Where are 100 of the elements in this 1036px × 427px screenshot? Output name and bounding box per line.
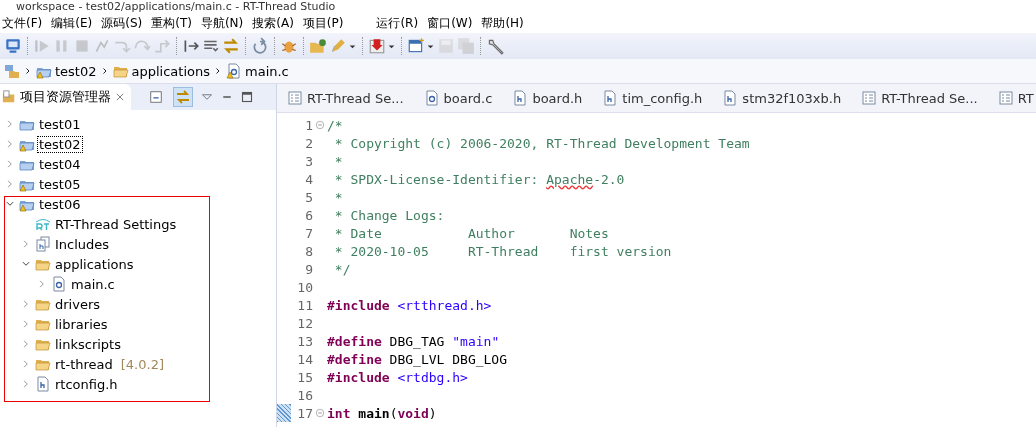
editor-tab[interactable]: tim_config.h [592,84,713,112]
c-file-icon [51,276,67,292]
code-line: * SPDX-License-Identifier: Apache-2.0 [333,171,625,187]
line-number: 12 [296,315,313,331]
line-number: 9 [304,261,313,277]
fold-icon[interactable] [315,408,325,418]
tree-item[interactable]: applications [54,256,135,272]
tree-item[interactable]: linkscripts [54,336,122,352]
line-number: 10 [296,279,313,295]
menu-item[interactable]: 重构(T) [149,14,199,32]
collapsed-chevron-icon[interactable] [21,319,31,329]
workspace-icon [4,63,20,79]
code-line: */ [333,261,351,277]
line-number: 6 [304,207,313,223]
menu-item[interactable]: 编辑(E) [49,14,100,32]
code-line: * [333,189,343,205]
refresh-icon[interactable] [251,37,269,55]
code-line: * [333,153,343,169]
wrench-icon[interactable] [486,37,504,55]
maximize-icon[interactable] [241,91,253,103]
expanded-chevron-icon[interactable] [5,199,15,209]
line-number: 8 [304,243,313,259]
includes-icon [35,236,51,252]
close-icon[interactable] [115,92,125,102]
folder-icon[interactable] [309,37,327,55]
view-menu-icon[interactable] [201,91,213,103]
collapsed-chevron-icon[interactable] [37,279,47,289]
tree-item[interactable]: RT-Thread Settings [54,216,178,232]
version-label: [4.0.2] [120,356,164,372]
tree-item[interactable]: test05 [38,176,82,192]
tree-item[interactable]: test06 [38,196,82,212]
editor-tab[interactable]: RT-Thread Se... [851,84,988,112]
collapsed-chevron-icon[interactable] [21,339,31,349]
menu-item[interactable]: 帮助(H) [479,14,531,32]
settings-file-icon [287,90,303,106]
tree-item[interactable]: test01 [38,116,82,132]
rt-logo-icon [35,216,51,232]
editor-tab[interactable]: RT [987,84,1036,112]
settings-file-icon [997,90,1014,106]
collapsed-chevron-icon[interactable] [5,159,15,169]
breadcrumb-item[interactable]: test02 [55,63,97,79]
c-file-icon [423,90,440,106]
collapsed-chevron-icon[interactable] [5,179,15,189]
collapsed-chevron-icon[interactable] [5,119,15,129]
warning-c-file-icon [226,63,242,79]
view-tab[interactable]: 项目资源管理器 [0,84,131,110]
tree-item[interactable]: test04 [38,156,82,172]
new-window-icon[interactable] [407,37,425,55]
code-line: /* [327,117,343,133]
line-number: 11 [296,297,313,313]
line-number: 16 [296,387,313,403]
editor-tab[interactable]: stm32f103xb.h [712,84,852,112]
breadcrumb-item[interactable]: main.c [245,63,289,79]
editor-tab[interactable]: board.h [502,84,593,112]
collapsed-chevron-icon[interactable] [21,299,31,309]
code-line: #define DBG_TAG "main" [327,333,500,349]
monitor-icon[interactable] [4,37,22,55]
collapsed-chevron-icon[interactable] [5,139,15,149]
collapse-all-icon[interactable] [149,90,163,104]
editor-tab[interactable]: board.c [413,84,503,112]
tree-item[interactable]: test02 [38,136,82,152]
tree-item[interactable]: drivers [54,296,102,312]
chevron-icon [24,66,32,76]
menu-item[interactable]: 窗口(W) [425,14,480,32]
tree-item[interactable]: Includes [54,236,111,252]
arrow-icon[interactable] [182,37,200,55]
code-line: * Copyright (c) 2006-2020, RT-Thread Development Team [333,135,750,151]
menu-item[interactable]: 搜索(A) [250,14,301,32]
line-number: 3 [304,153,313,169]
tree-item[interactable]: main.c [70,276,116,292]
link-icon[interactable] [175,89,191,105]
line-number: 7 [304,225,313,241]
header-file-icon [722,90,739,106]
tree-item[interactable]: rt-thread [54,356,114,372]
code-line: int main(void) [327,405,437,421]
menu-item[interactable]: 源码(S) [99,14,150,32]
fold-icon[interactable] [315,120,325,130]
swap-icon[interactable] [222,37,240,55]
menu-item[interactable]: 文件(F) [0,14,50,32]
menu-item[interactable]: 运行(R) [374,14,426,32]
download-icon[interactable] [368,37,386,55]
code-line: * Date Author Notes [333,225,609,241]
collapsed-chevron-icon[interactable] [21,379,31,389]
line-number: 15 [296,369,313,385]
expanded-chevron-icon[interactable] [21,259,31,269]
explorer-icon [2,90,16,104]
header-file-icon [512,90,529,106]
line-number: 4 [304,171,313,187]
menu-item[interactable]: 导航(N) [198,14,251,32]
line-number: 17 [296,405,313,421]
collapsed-chevron-icon[interactable] [21,239,31,249]
tree-item[interactable]: rtconfig.h [54,376,119,392]
collapsed-chevron-icon[interactable] [21,359,31,369]
header-file-icon [602,90,619,106]
breadcrumb-item[interactable]: applications [131,63,210,79]
tree-item[interactable]: libraries [54,316,109,332]
line-number: 1 [304,117,313,133]
editor-tab[interactable]: RT-Thread Se... [277,84,414,112]
header-file-icon [35,376,51,392]
menu-item[interactable]: 项目(P) [300,14,351,32]
